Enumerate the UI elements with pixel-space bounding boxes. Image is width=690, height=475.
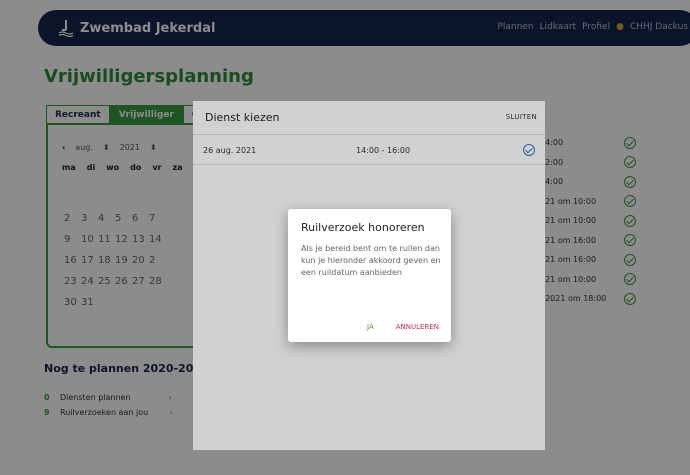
ruilverzoek-dialog: Ruilverzoek honoreren Als je bereid bent… bbox=[288, 209, 451, 342]
dialog-title: Ruilverzoek honoreren bbox=[301, 221, 425, 234]
dialog-body: Als je bereid bent om te ruilen dan kun … bbox=[301, 244, 441, 277]
dialog-actions: JA ANNULEREN bbox=[367, 323, 439, 331]
confirm-button[interactable]: JA bbox=[367, 323, 374, 331]
cancel-button[interactable]: ANNULEREN bbox=[396, 323, 439, 331]
